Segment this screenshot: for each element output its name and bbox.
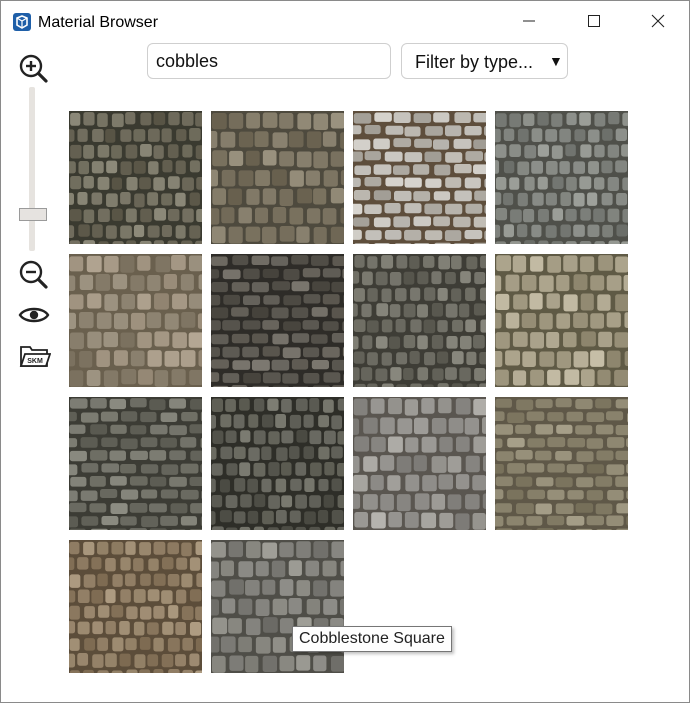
- search-input[interactable]: [147, 43, 391, 79]
- material-browser-window: Material Browser Filter by type... ▼ SKM: [0, 0, 690, 703]
- material-texture: [495, 397, 628, 530]
- filter-label: Filter by type...: [415, 52, 534, 72]
- material-swatch[interactable]: [211, 254, 344, 387]
- minimize-icon: [523, 20, 535, 22]
- close-button[interactable]: [635, 1, 681, 41]
- zoom-out-icon[interactable]: [18, 259, 48, 289]
- sketchup-icon: [13, 13, 31, 31]
- material-swatch[interactable]: [353, 397, 486, 530]
- title-bar: Material Browser: [1, 1, 689, 41]
- zoom-slider-thumb[interactable]: [19, 207, 47, 221]
- material-swatch[interactable]: [69, 111, 202, 244]
- material-texture: [495, 254, 628, 387]
- material-texture: [69, 540, 202, 673]
- material-swatch[interactable]: [353, 111, 486, 244]
- material-texture: [69, 397, 202, 530]
- material-swatch[interactable]: [69, 254, 202, 387]
- material-texture: [69, 254, 202, 387]
- material-texture: [211, 111, 344, 244]
- material-texture: [211, 254, 344, 387]
- material-texture: [353, 397, 486, 530]
- material-swatch[interactable]: [353, 254, 486, 387]
- material-swatch[interactable]: [69, 540, 202, 673]
- close-icon: [651, 14, 665, 28]
- zoom-in-icon[interactable]: [18, 53, 48, 83]
- zoom-slider-track[interactable]: [29, 87, 35, 251]
- material-swatch[interactable]: [211, 397, 344, 530]
- minimize-button[interactable]: [506, 1, 552, 41]
- maximize-icon: [588, 15, 600, 27]
- eye-icon[interactable]: [18, 303, 50, 327]
- material-swatch[interactable]: [495, 111, 628, 244]
- material-texture: [353, 111, 486, 244]
- material-texture: [211, 397, 344, 530]
- material-texture: [69, 111, 202, 244]
- material-texture: [211, 540, 344, 673]
- material-swatch[interactable]: [211, 540, 344, 673]
- material-swatch[interactable]: [495, 254, 628, 387]
- material-swatch[interactable]: [211, 111, 344, 244]
- material-texture: [353, 254, 486, 387]
- material-tooltip: Cobblestone Square: [292, 626, 452, 652]
- material-swatch[interactable]: [69, 397, 202, 530]
- window-title: Material Browser: [38, 14, 159, 31]
- skm-label: SKM: [27, 358, 43, 365]
- material-texture: [495, 111, 628, 244]
- material-swatch[interactable]: [495, 397, 628, 530]
- filter-by-type-dropdown[interactable]: Filter by type... ▼: [401, 43, 568, 79]
- skm-folder-icon[interactable]: SKM: [19, 343, 51, 369]
- dropdown-arrow-icon: ▼: [549, 53, 563, 69]
- maximize-button[interactable]: [571, 1, 617, 41]
